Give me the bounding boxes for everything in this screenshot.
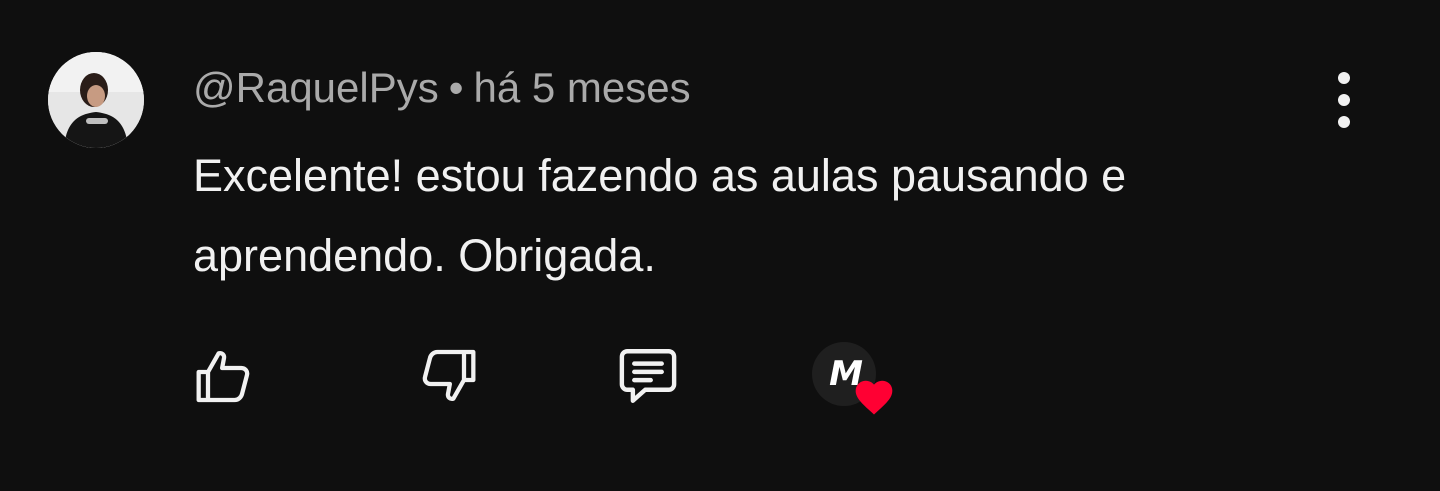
more-dot-icon xyxy=(1338,94,1350,106)
comment-icon xyxy=(619,349,677,403)
creator-heart-badge: M xyxy=(808,342,900,422)
more-options-button[interactable] xyxy=(1322,72,1366,128)
comment-text: Excelente! estou fazendo as aulas pausan… xyxy=(193,150,1127,281)
meta-separator: • xyxy=(448,64,464,111)
comment-item: @RaquelPys • há 5 meses Excelente! estou f… xyxy=(0,0,1440,491)
more-dot-icon xyxy=(1338,72,1350,84)
avatar-image xyxy=(48,52,144,148)
comment-meta: @RaquelPys • há 5 meses xyxy=(193,62,691,114)
author-avatar[interactable] xyxy=(48,52,144,148)
more-dot-icon xyxy=(1338,116,1350,128)
comment-time[interactable]: há 5 meses xyxy=(473,64,690,111)
reply-button[interactable] xyxy=(608,340,688,412)
thumbs-down-icon xyxy=(422,349,476,401)
like-button[interactable] xyxy=(186,340,262,412)
thumbs-up-icon xyxy=(196,351,250,403)
comment-actions: M xyxy=(0,340,1440,420)
dislike-button[interactable] xyxy=(410,340,486,412)
heart-icon xyxy=(855,380,893,415)
author-handle[interactable]: @RaquelPys xyxy=(193,64,439,111)
